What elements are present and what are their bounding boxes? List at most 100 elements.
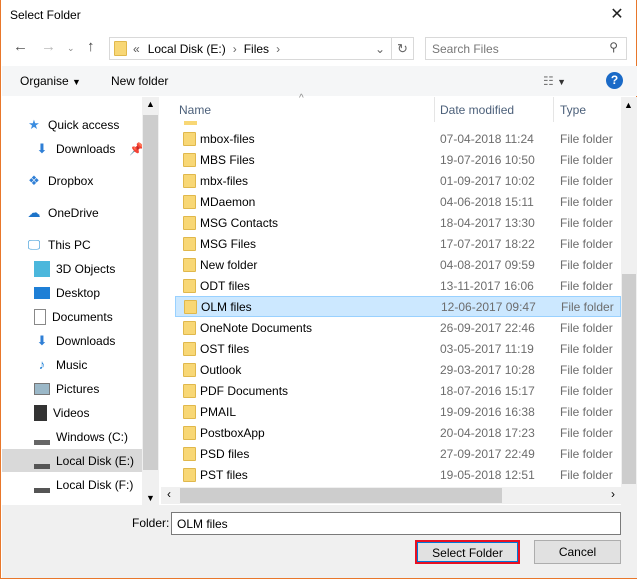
- file-date: 12-06-2017 09:47: [441, 299, 536, 314]
- cancel-button[interactable]: Cancel: [534, 540, 621, 564]
- file-row[interactable]: PSD files 27-09-2017 22:49 File folder: [175, 443, 621, 464]
- up-icon[interactable]: ↑: [87, 38, 95, 55]
- file-row[interactable]: New folder 04-08-2017 09:59 File folder: [175, 254, 621, 275]
- scroll-left-icon: ‹: [167, 487, 171, 501]
- file-date: 19-07-2016 10:50: [440, 152, 535, 167]
- file-type: File folder: [560, 236, 613, 251]
- drive-icon: [34, 453, 50, 469]
- file-row[interactable]: MSG Contacts 18-04-2017 13:30 File folder: [175, 212, 621, 233]
- new-folder-button[interactable]: New folder: [111, 74, 168, 88]
- file-name: MBS Files: [200, 152, 255, 167]
- sidebar-item-onedrive[interactable]: ☁ OneDrive: [26, 201, 99, 224]
- file-type: File folder: [560, 278, 613, 293]
- overflow-crumb[interactable]: «: [133, 42, 140, 56]
- sidebar-item-downloads-pinned[interactable]: ⬇ Downloads 📌: [34, 137, 145, 160]
- sidebar-item-documents[interactable]: Documents: [34, 305, 113, 328]
- sidebar-scrollbar[interactable]: ▲ ▼: [142, 97, 159, 505]
- file-row[interactable]: Outlook 29-03-2017 10:28 File folder: [175, 359, 621, 380]
- folder-name-input[interactable]: OLM files: [171, 512, 621, 535]
- file-row[interactable]: PostboxApp 20-04-2018 17:23 File folder: [175, 422, 621, 443]
- file-row[interactable]: ODT files 13-11-2017 16:06 File folder: [175, 275, 621, 296]
- address-bar[interactable]: « Local Disk (E:) › Files › ⌄ ↻: [109, 37, 414, 60]
- sidebar-item-local-disk-f[interactable]: Local Disk (F:): [34, 473, 133, 496]
- file-row[interactable]: PST files 19-05-2018 12:51 File folder: [175, 464, 621, 485]
- view-options-icon[interactable]: ☷ ▼: [543, 74, 566, 88]
- file-name: mbx-files: [200, 173, 249, 188]
- breadcrumb-local-disk[interactable]: Local Disk (E:): [148, 42, 226, 56]
- file-name: Outlook: [200, 362, 242, 377]
- breadcrumb-files[interactable]: Files: [244, 42, 269, 56]
- sidebar-item-music[interactable]: ♪ Music: [34, 353, 88, 376]
- file-row[interactable]: MSG Files 17-07-2017 18:22 File folder: [175, 233, 621, 254]
- computer-icon: 🖵: [27, 236, 41, 252]
- file-row[interactable]: MBS Files 19-07-2016 10:50 File folder: [175, 149, 621, 170]
- file-name: MSG Contacts: [200, 215, 279, 230]
- sidebar-item-3d-objects[interactable]: 3D Objects: [34, 257, 115, 280]
- file-type: File folder: [560, 404, 613, 419]
- file-row[interactable]: OLM files 12-06-2017 09:47 File folder: [175, 296, 621, 317]
- file-name: OLM files: [201, 299, 252, 314]
- close-button[interactable]: ✕: [605, 4, 629, 24]
- scroll-thumb[interactable]: [143, 115, 158, 470]
- folder-icon: [183, 131, 196, 146]
- file-name: New folder: [200, 257, 258, 272]
- organise-button[interactable]: Organise ▼: [20, 74, 81, 88]
- folder-icon: [183, 278, 196, 293]
- file-type: File folder: [560, 194, 613, 209]
- folder-icon: [184, 121, 197, 125]
- file-row[interactable]: PDF Documents 18-07-2016 15:17 File folder: [175, 380, 621, 401]
- file-type: File folder: [560, 383, 613, 398]
- sidebar-item-quick-access[interactable]: ★ Quick access: [26, 113, 119, 136]
- file-date: 29-03-2017 10:28: [440, 362, 535, 377]
- sidebar-item-pictures[interactable]: Pictures: [34, 377, 99, 400]
- sidebar-item-local-disk-e[interactable]: Local Disk (E:): [2, 449, 142, 472]
- toolbar: [2, 66, 637, 96]
- help-icon[interactable]: ?: [606, 72, 623, 89]
- file-row[interactable]: mbx-files 01-09-2017 10:02 File folder: [175, 170, 621, 191]
- chevron-right-icon[interactable]: ›: [233, 42, 237, 56]
- file-row[interactable]: MDaemon 04-06-2018 15:11 File folder: [175, 191, 621, 212]
- folder-icon: [183, 425, 196, 440]
- download-icon: ⬇: [36, 332, 48, 348]
- select-folder-button[interactable]: Select Folder: [415, 540, 520, 564]
- file-date: 20-04-2018 17:23: [440, 425, 535, 440]
- folder-icon: [114, 41, 127, 56]
- file-name: PMAIL: [200, 404, 237, 419]
- address-dropdown-icon[interactable]: ⌄: [375, 42, 385, 56]
- folder-icon: [184, 299, 197, 314]
- file-row[interactable]: PMAIL 19-09-2016 16:38 File folder: [175, 401, 621, 422]
- sidebar-item-dropbox[interactable]: ❖ Dropbox: [26, 169, 93, 192]
- scroll-thumb[interactable]: [180, 488, 502, 503]
- refresh-icon[interactable]: ↻: [397, 41, 408, 57]
- column-type[interactable]: Type: [560, 103, 586, 117]
- sidebar-item-downloads[interactable]: ⬇ Downloads: [34, 329, 116, 352]
- videos-icon: [34, 404, 47, 421]
- scroll-up-icon: ▲: [624, 100, 633, 110]
- file-date: 26-09-2017 22:46: [440, 320, 535, 335]
- scroll-thumb[interactable]: [622, 274, 636, 484]
- file-list-hscrollbar[interactable]: ‹ ›: [161, 487, 621, 504]
- column-date-modified[interactable]: Date modified: [440, 103, 514, 117]
- search-input[interactable]: Search Files ⚲: [425, 37, 627, 60]
- sidebar-item-windows-c[interactable]: Windows (C:): [34, 425, 128, 448]
- forward-icon[interactable]: →: [41, 38, 56, 55]
- file-row[interactable]: mbox-files 07-04-2018 11:24 File folder: [175, 128, 621, 149]
- file-type: File folder: [560, 173, 613, 188]
- sidebar-item-desktop[interactable]: Desktop: [34, 281, 100, 304]
- file-type: File folder: [560, 257, 613, 272]
- back-icon[interactable]: ←: [13, 38, 28, 55]
- recent-chevron-icon[interactable]: ⌄: [67, 43, 75, 54]
- file-type: File folder: [560, 362, 613, 377]
- sidebar-item-this-pc[interactable]: 🖵 This PC: [26, 233, 91, 256]
- file-row[interactable]: OneNote Documents 26-09-2017 22:46 File fo…: [175, 317, 621, 338]
- cloud-icon: ☁: [27, 204, 41, 220]
- star-icon: ★: [28, 116, 40, 132]
- file-row[interactable]: OST files 03-05-2017 11:19 File folder: [175, 338, 621, 359]
- file-type: File folder: [560, 152, 613, 167]
- sidebar-item-videos[interactable]: Videos: [34, 401, 89, 424]
- column-name[interactable]: Name: [179, 103, 211, 117]
- drive-icon: [34, 429, 50, 445]
- file-date: 04-08-2017 09:59: [440, 257, 535, 272]
- file-list-vscrollbar[interactable]: ▲: [621, 97, 637, 505]
- chevron-right-icon[interactable]: ›: [276, 42, 280, 56]
